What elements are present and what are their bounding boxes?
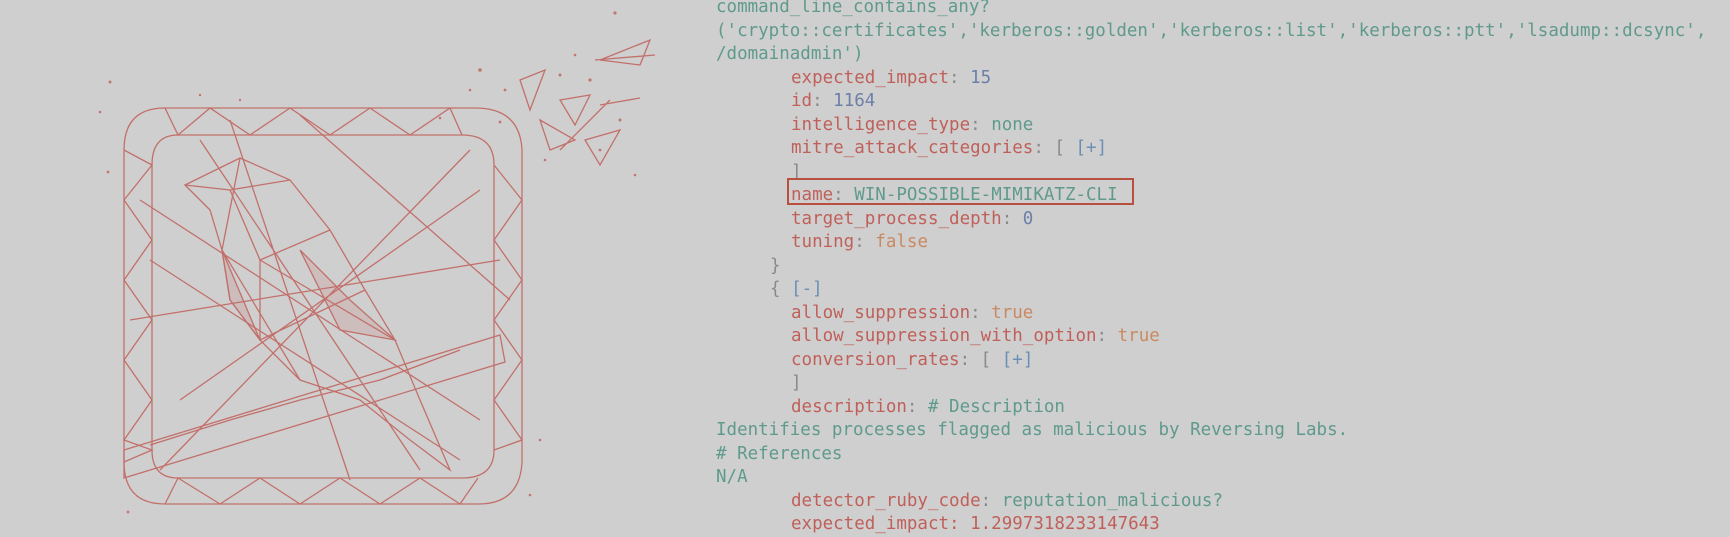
field-key: detector_ruby_code <box>791 490 981 511</box>
references-heading-text: # References <box>716 443 843 464</box>
expand-toggle[interactable]: [+] <box>1002 350 1034 370</box>
allow-suppression-row: allow_suppression: true <box>791 302 1033 326</box>
id-row: id: 1164 <box>791 90 875 114</box>
references-value: N/A <box>716 466 748 490</box>
field-value: reputation_malicious? <box>1001 490 1223 511</box>
close-brace: } <box>770 255 781 276</box>
field-key: mitre_attack_categories <box>791 138 1034 158</box>
field-value: 1164 <box>833 91 876 111</box>
field-value: WIN-POSSIBLE-MIMIKATZ-CLI <box>854 185 1118 205</box>
mitre-attack-categories-row: mitre_attack_categories: [ [+] <box>791 137 1107 161</box>
field-key: allow_suppression_with_option <box>791 326 1097 346</box>
object-open-row: { [-] <box>770 278 823 302</box>
name-row: name: WIN-POSSIBLE-MIMIKATZ-CLI <box>791 184 1118 208</box>
description-row: description: # Description <box>791 396 1065 420</box>
args-tail-text: /domainadmin') <box>716 44 864 64</box>
colon: : <box>980 490 1002 511</box>
collapse-toggle[interactable]: [-] <box>791 279 823 299</box>
colon: : <box>854 232 876 252</box>
field-value: none <box>991 114 1034 135</box>
field-key: description <box>791 396 907 417</box>
field-key: target_process_depth <box>791 208 1002 229</box>
open-bracket: [ <box>980 349 992 370</box>
colon: : <box>949 67 971 88</box>
detector-ruby-code-row: detector_ruby_code: reputation_malicious… <box>791 490 1223 514</box>
field-value: 15 <box>970 67 992 88</box>
field-value: # Description <box>927 396 1065 417</box>
intelligence-type-row: intelligence_type: none <box>791 114 1033 138</box>
detector-yaml-view: command_line_contains_any? ('crypto::cer… <box>716 0 1730 534</box>
references-value-text: N/A <box>716 467 748 487</box>
partial-row: expected_impact: 1.2997318233147643 <box>791 513 1160 537</box>
expected-impact-row: expected_impact: 15 <box>791 67 991 91</box>
field-value: true <box>1117 326 1160 346</box>
condition-text: command_line_contains_any? <box>716 0 990 17</box>
colon: : <box>1001 208 1023 229</box>
field-key: intelligence_type <box>791 114 971 135</box>
description-text: Identifies processes flagged as maliciou… <box>716 419 1348 443</box>
colon: : <box>970 114 992 135</box>
colon: : <box>970 302 992 323</box>
object-close-brace: } <box>770 255 781 279</box>
field-key: id <box>791 91 813 111</box>
target-process-depth-row: target_process_depth: 0 <box>791 208 1033 232</box>
partial-text: expected_impact: 1.2997318233147643 <box>791 514 1160 534</box>
field-value: 0 <box>1022 208 1034 229</box>
allow-suppression-with-option-row: allow_suppression_with_option: true <box>791 325 1160 349</box>
command-line-tail: /domainadmin') <box>716 43 864 67</box>
colon: : <box>906 396 928 417</box>
conversion-rates-row: conversion_rates: [ [+] <box>791 349 1033 373</box>
command-line-condition: command_line_contains_any? <box>716 0 990 20</box>
field-value: false <box>875 232 928 252</box>
description-body: Identifies processes flagged as maliciou… <box>716 420 1349 440</box>
open-brace: { <box>770 279 781 299</box>
colon: : <box>1096 326 1118 346</box>
field-key: tuning <box>791 232 855 252</box>
tuning-row: tuning: false <box>791 231 928 255</box>
args-text: ('crypto::certificates','kerberos::golde… <box>716 20 1707 41</box>
colon: : <box>833 185 855 205</box>
polygonal-bird-logo-icon <box>98 11 656 514</box>
open-bracket: [ <box>1054 138 1065 158</box>
colon: : <box>1033 138 1055 158</box>
conversion-close-bracket: ] <box>791 372 802 396</box>
colon: : <box>812 91 834 111</box>
field-key: expected_impact <box>791 67 950 88</box>
close-bracket: ] <box>791 373 802 393</box>
field-value: true <box>991 302 1034 323</box>
command-line-args: ('crypto::certificates','kerberos::golde… <box>716 20 1706 44</box>
expand-toggle[interactable]: [+] <box>1076 138 1108 158</box>
references-heading: # References <box>716 443 842 467</box>
field-key: allow_suppression <box>791 302 971 323</box>
field-key: name <box>791 185 834 205</box>
colon: : <box>959 349 981 370</box>
field-key: conversion_rates <box>791 349 960 370</box>
